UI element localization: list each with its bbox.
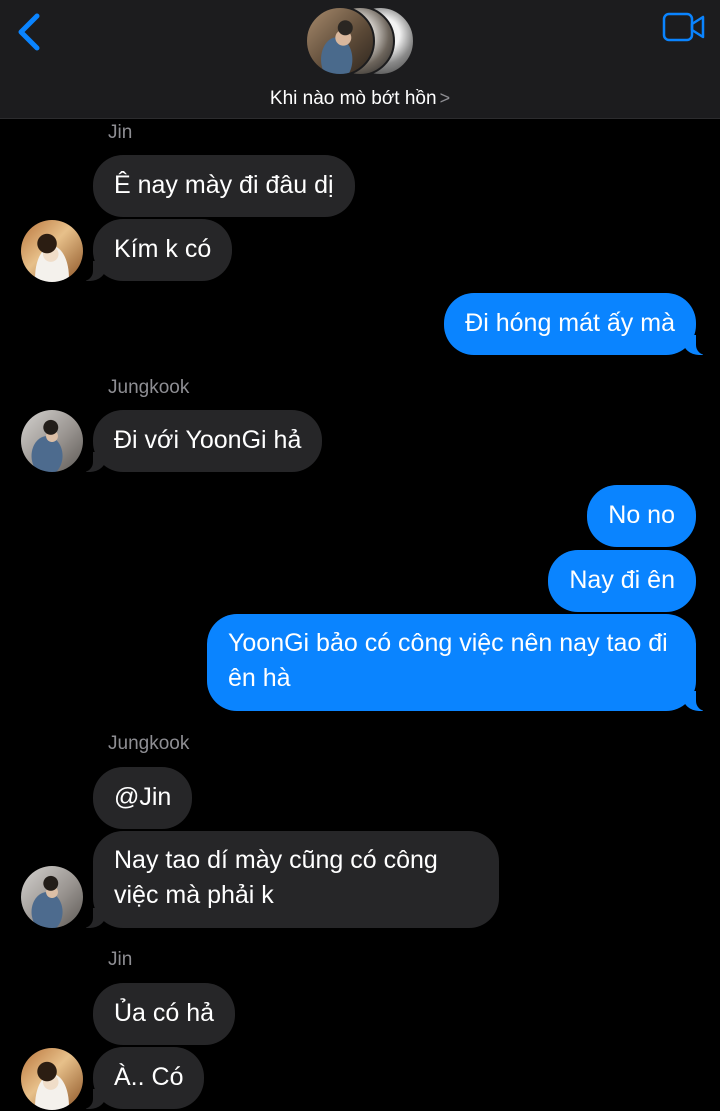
sender-name: Jungkook — [108, 733, 190, 754]
avatar[interactable] — [21, 220, 83, 282]
message-bubble[interactable]: No no — [587, 485, 696, 547]
chevron-left-icon — [18, 13, 40, 51]
message-bubble[interactable]: Ê nay mày đi đâu dị — [93, 155, 355, 217]
group-member-avatar — [305, 6, 375, 76]
back-button[interactable] — [10, 10, 50, 54]
message-bubble[interactable]: À.. Có — [82, 1047, 205, 1109]
message-bubble[interactable]: Kím k có — [82, 219, 233, 281]
message-bubble[interactable]: Đi với YoonGi hả — [82, 410, 323, 472]
message-bubble[interactable]: Nay đi ên — [548, 550, 696, 612]
chat-title-text: Khi nào mò bớt hồn — [269, 88, 437, 109]
message-bubble[interactable]: Ủa có hả — [93, 983, 236, 1045]
chat-header: Khi nào mò bớt hồn > — [0, 0, 720, 119]
video-camera-icon — [662, 12, 705, 42]
message-bubble[interactable]: Đi hóng mát ấy mà — [444, 293, 706, 355]
chat-title[interactable]: Khi nào mò bớt hồn > — [0, 88, 720, 110]
sender-name: Jin — [108, 122, 133, 143]
avatar[interactable] — [21, 866, 83, 928]
message-bubble[interactable]: Nay tao dí mày cũng có công việc mà phải… — [83, 831, 499, 928]
avatar[interactable] — [21, 410, 83, 472]
video-call-button[interactable] — [662, 12, 706, 42]
message-bubble[interactable]: @Jin — [93, 767, 193, 829]
group-avatar[interactable] — [305, 6, 415, 78]
chevron-right-icon: > — [439, 88, 451, 108]
sender-name: Jungkook — [108, 377, 190, 398]
message-bubble[interactable]: YoonGi bảo có công việc nên nay tao đi ê… — [207, 614, 706, 711]
avatar[interactable] — [21, 1048, 83, 1110]
sender-name: Jin — [108, 949, 133, 970]
